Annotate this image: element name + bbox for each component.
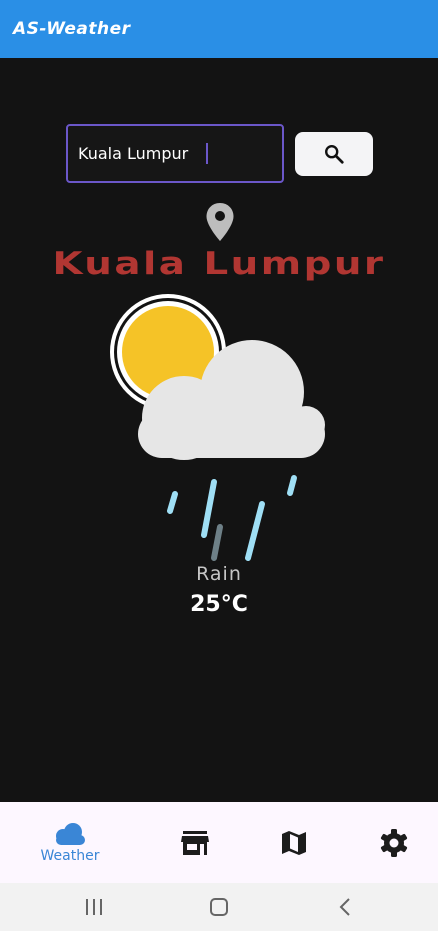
system-navigation-bar bbox=[0, 883, 438, 931]
cloud-icon bbox=[56, 822, 85, 845]
app-bar: AS-Weather bbox=[0, 0, 438, 58]
home-icon bbox=[210, 898, 228, 916]
rain-drops bbox=[167, 475, 297, 561]
app-title: AS-Weather bbox=[13, 19, 131, 39]
bottom-navigation: Weather bbox=[0, 802, 438, 883]
search-icon bbox=[325, 145, 344, 164]
text-caret bbox=[206, 143, 208, 164]
city-name: Kuala Lumpur bbox=[52, 246, 386, 282]
search-button[interactable] bbox=[295, 132, 373, 176]
map-icon bbox=[282, 830, 306, 855]
nav-item-store[interactable] bbox=[170, 802, 220, 883]
search-input[interactable] bbox=[66, 124, 284, 183]
home-button[interactable] bbox=[197, 883, 241, 931]
rain-weather-icon bbox=[110, 294, 325, 561]
recent-apps-button[interactable] bbox=[72, 883, 116, 931]
nav-item-settings[interactable] bbox=[369, 802, 419, 883]
location-pin-icon bbox=[206, 203, 234, 241]
nav-item-weather[interactable]: Weather bbox=[30, 802, 110, 883]
back-icon bbox=[339, 898, 350, 916]
nav-item-map[interactable] bbox=[269, 802, 319, 883]
gear-icon bbox=[380, 828, 408, 857]
nav-item-label: Weather bbox=[40, 847, 100, 864]
weather-condition: Rain bbox=[196, 563, 242, 585]
recent-apps-icon bbox=[86, 899, 102, 915]
temperature: 25°C bbox=[190, 592, 248, 617]
store-icon bbox=[181, 830, 209, 855]
back-button[interactable] bbox=[323, 883, 367, 931]
